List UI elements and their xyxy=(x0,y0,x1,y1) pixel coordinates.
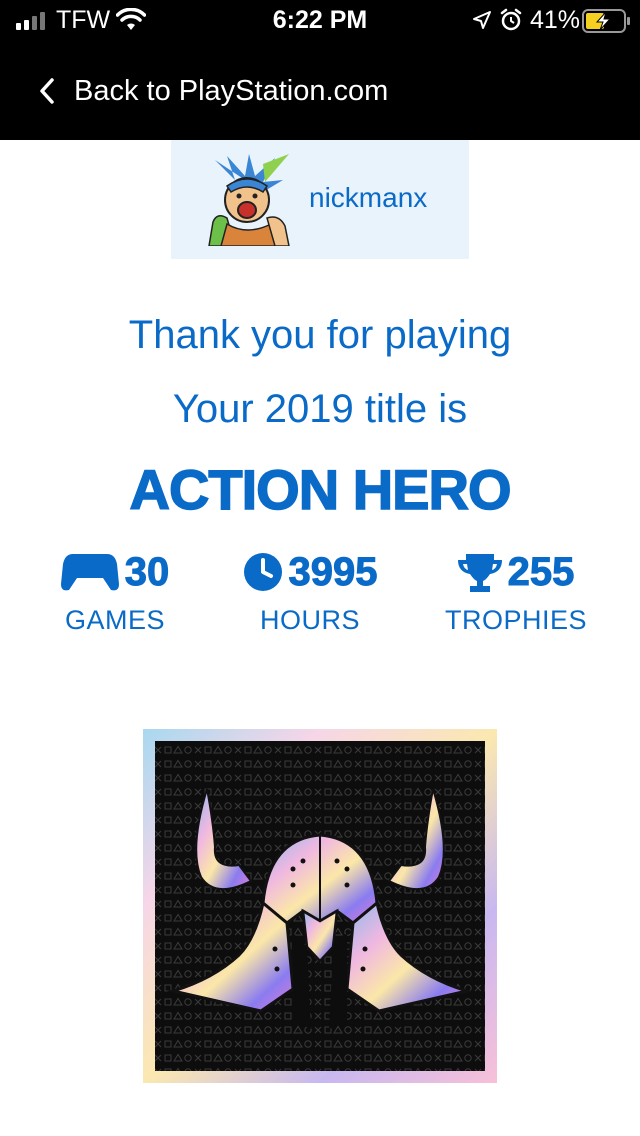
hours-value: 3995 xyxy=(288,550,378,595)
nav-bar: Back to PlayStation.com xyxy=(0,40,640,140)
title-intro: Your 2019 title is xyxy=(172,387,468,431)
chevron-left-icon xyxy=(40,78,54,104)
stat-trophies: 255 TROPHIES xyxy=(436,548,596,636)
trophy-icon xyxy=(457,554,502,592)
stat-games: 30 GAMES xyxy=(50,548,180,636)
location-icon xyxy=(473,11,491,29)
back-to-playstation-link[interactable]: Back to PlayStation.com xyxy=(38,74,388,108)
avatar-image xyxy=(208,154,290,246)
trophies-label: TROPHIES xyxy=(444,605,588,635)
battery-percent: 41% xyxy=(530,6,581,34)
back-label: Back to PlayStation.com xyxy=(74,75,389,107)
status-bar: TFW 6:22 PM 41% xyxy=(0,0,640,40)
stat-hours: 3995 HOURS xyxy=(222,548,398,636)
battery-charging-icon xyxy=(582,9,630,33)
games-label: GAMES xyxy=(64,605,166,635)
thank-you-message: Thank you for playing xyxy=(128,313,512,357)
username[interactable]: nickmanx xyxy=(309,182,427,214)
trophies-value: 255 xyxy=(507,550,575,595)
year-title: ACTION HERO xyxy=(129,457,513,522)
hours-label: HOURS xyxy=(259,605,360,635)
games-value: 30 xyxy=(124,550,170,595)
clock-icon xyxy=(243,553,282,591)
alarm-icon xyxy=(500,8,522,31)
controller-icon xyxy=(60,554,119,591)
user-card: nickmanx xyxy=(171,140,469,259)
horned-helmet-badge xyxy=(143,729,497,1083)
